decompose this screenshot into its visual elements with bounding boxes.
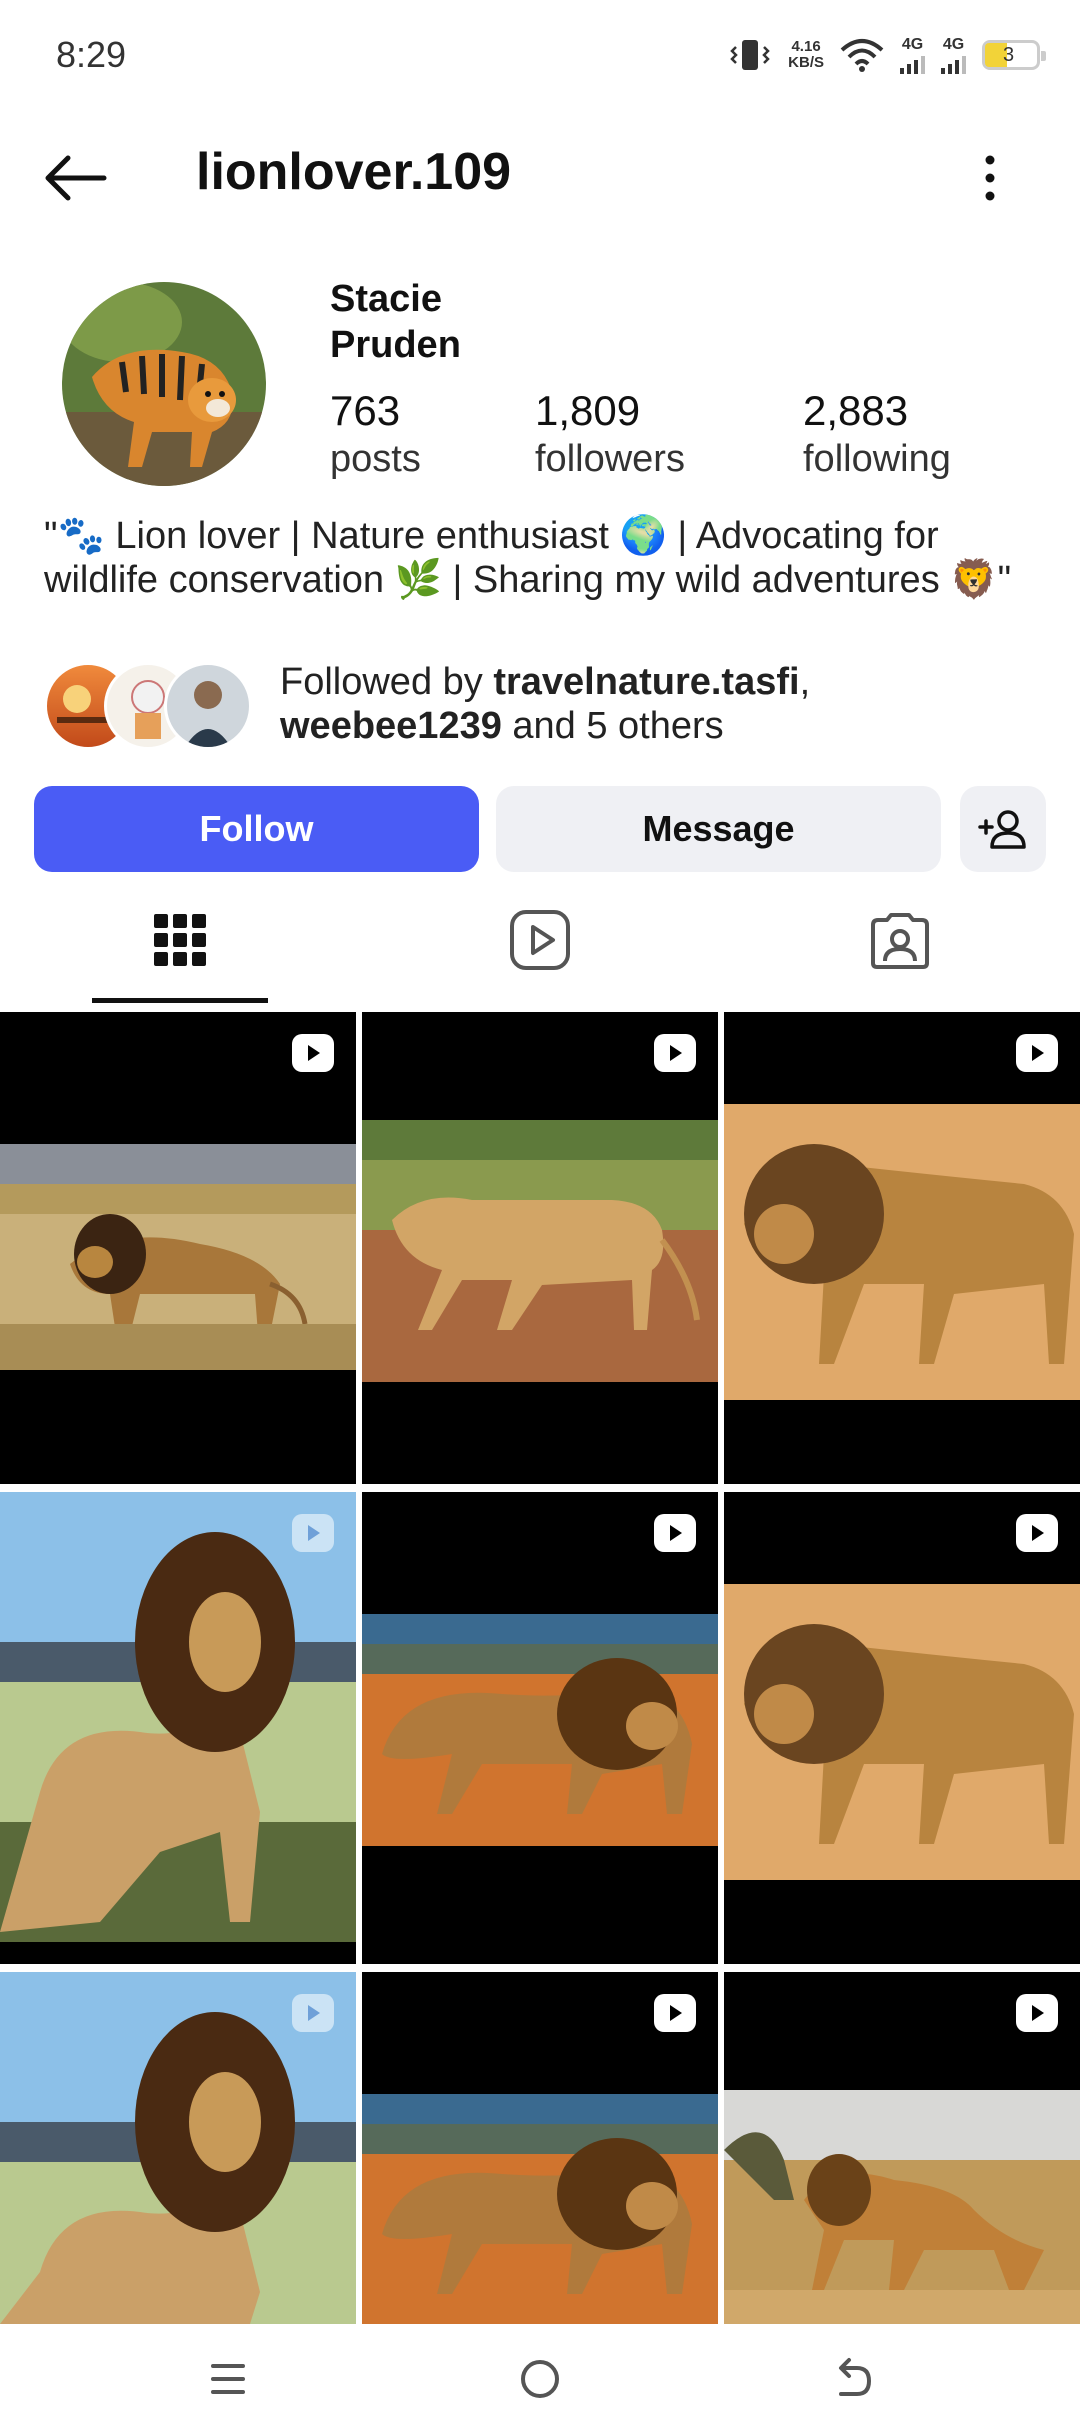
network-speed: 4.16 KB/S <box>788 38 824 71</box>
profile-username: lionlover.109 <box>196 143 512 201</box>
mutual-avatar-3 <box>164 662 252 750</box>
stat-followers[interactable]: 1,809 followers <box>535 386 685 482</box>
active-tab-indicator <box>92 998 268 1003</box>
back-arrow-icon[interactable] <box>40 148 110 208</box>
lion-sitting-photo <box>0 1492 356 1942</box>
mutual-followers-avatars[interactable] <box>44 662 264 750</box>
stat-following[interactable]: 2,883 following <box>803 386 951 482</box>
back-nav-icon[interactable] <box>827 2354 877 2404</box>
tagged-person-icon <box>871 913 929 969</box>
lion-walking-photo <box>362 2094 718 2324</box>
post-thumbnail[interactable] <box>724 1492 1080 1964</box>
reel-badge-icon <box>654 1994 696 2032</box>
profile-full-name: Stacie Pruden <box>330 278 461 366</box>
message-button[interactable]: Message <box>496 786 941 872</box>
signal-sim1: 4G <box>900 36 925 74</box>
home-nav-icon[interactable] <box>515 2354 565 2404</box>
status-icons: 4.16 KB/S 4G 4G 3 <box>728 30 1046 80</box>
post-thumbnail[interactable] <box>362 1972 718 2324</box>
post-thumbnail[interactable] <box>0 1012 356 1484</box>
wifi-icon <box>840 39 884 72</box>
lion-photo <box>0 1144 356 1370</box>
reel-badge-icon <box>654 1514 696 1552</box>
profile-bio: "🐾 Lion lover | Nature enthusiast 🌍 | Ad… <box>44 515 1012 601</box>
reel-badge-icon <box>1016 1034 1058 1072</box>
vibrate-icon <box>730 40 770 70</box>
tab-reels[interactable] <box>500 900 580 980</box>
lion-savanna-photo <box>724 2090 1080 2324</box>
tab-tagged[interactable] <box>860 900 940 980</box>
reel-badge-icon <box>292 1994 334 2032</box>
signal-sim2: 4G <box>941 36 966 74</box>
grid-icon <box>154 914 206 966</box>
lion-photo <box>724 1584 1080 1880</box>
lioness-photo <box>362 1120 718 1382</box>
reels-icon <box>510 910 570 970</box>
post-thumbnail[interactable] <box>724 1012 1080 1484</box>
tab-posts-grid[interactable] <box>140 900 220 980</box>
lion-photo <box>724 1104 1080 1400</box>
post-thumbnail[interactable] <box>362 1012 718 1484</box>
status-time: 8:29 <box>56 34 127 75</box>
battery-icon: 3 <box>982 40 1046 70</box>
follow-button[interactable]: Follow <box>34 786 479 872</box>
posts-grid <box>0 1012 1080 2324</box>
profile-avatar[interactable] <box>62 282 266 486</box>
reel-badge-icon <box>1016 1994 1058 2032</box>
post-thumbnail[interactable] <box>0 1492 356 1964</box>
reel-badge-icon <box>292 1034 334 1072</box>
more-options-icon[interactable] <box>975 148 1005 208</box>
stat-posts[interactable]: 763 posts <box>330 386 421 482</box>
lion-walking-photo <box>362 1614 718 1846</box>
post-thumbnail[interactable] <box>724 1972 1080 2324</box>
post-thumbnail[interactable] <box>0 1972 356 2324</box>
add-user-button[interactable] <box>960 786 1046 872</box>
menu-nav-icon[interactable] <box>203 2354 253 2404</box>
add-user-icon <box>978 810 1026 849</box>
reel-badge-icon <box>1016 1514 1058 1552</box>
post-thumbnail[interactable] <box>362 1492 718 1964</box>
followed-by-text[interactable]: Followed by travelnature.tasfi, weebee12… <box>280 660 810 748</box>
reel-badge-icon <box>292 1514 334 1552</box>
system-nav-bar <box>0 2324 1080 2436</box>
reel-badge-icon <box>654 1034 696 1072</box>
